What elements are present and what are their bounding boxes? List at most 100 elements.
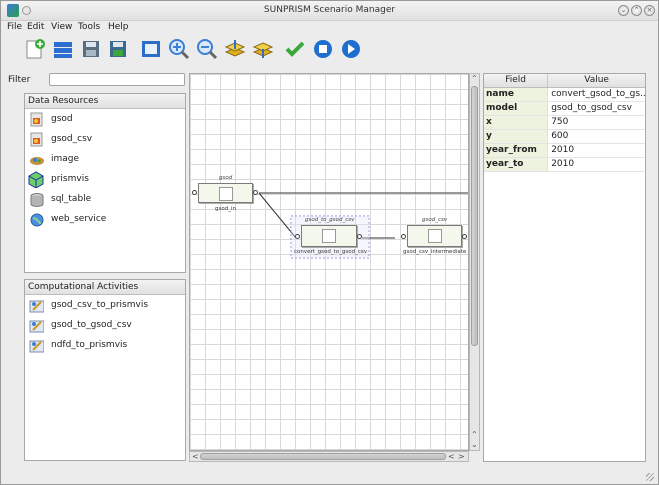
list-item[interactable]: gsod_to_gsod_csv (25, 315, 185, 335)
menu-help[interactable]: Help (108, 22, 129, 32)
table-row[interactable]: model gsod_to_gsod_csv (484, 102, 645, 116)
layers-up-icon (224, 40, 246, 57)
save-as-button[interactable] (106, 37, 130, 61)
properties-header: Field Value (484, 74, 645, 88)
node-title: gsod (219, 175, 233, 181)
save-icon (83, 41, 99, 57)
value-column-header[interactable]: Value (548, 74, 645, 87)
list-item[interactable]: web_service (25, 209, 185, 229)
activity-icon (322, 229, 336, 243)
cube-icon (28, 171, 44, 188)
list-item[interactable]: gsod_csv_to_prismvis (25, 295, 185, 315)
scroll-right-icon[interactable]: > (458, 452, 465, 461)
layers-up-button[interactable] (223, 37, 247, 61)
toolbar (1, 35, 658, 65)
close-icon[interactable]: × (644, 5, 655, 16)
list-item[interactable]: gsod (25, 109, 185, 129)
menu-edit[interactable]: Edit (27, 22, 44, 32)
list-item[interactable]: gsod_csv (25, 129, 185, 149)
layers-down-icon (252, 42, 274, 58)
table-row[interactable]: year_to 2010 (484, 158, 645, 172)
vertical-scroll-thumb[interactable] (471, 86, 478, 346)
zoom-out-button[interactable] (195, 37, 219, 61)
maximize-icon[interactable]: ⌃ (631, 5, 642, 16)
save-button[interactable] (79, 37, 103, 61)
menu-view[interactable]: View (51, 22, 72, 32)
activity-icon (29, 320, 44, 333)
zoom-out-icon (197, 39, 218, 60)
list-item[interactable]: prismvis (25, 169, 185, 189)
vertical-scrollbar[interactable]: ⌃ ⌃ ⌄ (469, 73, 480, 451)
field-cell: x (484, 116, 549, 129)
table-row[interactable]: name convert_gsod_to_gs... (484, 88, 645, 102)
field-column-header[interactable]: Field (484, 74, 549, 87)
horizontal-scroll-thumb[interactable] (200, 453, 446, 460)
value-cell[interactable]: 2010 (548, 144, 645, 157)
connections-layer (258, 192, 468, 259)
list-item[interactable]: ndfd_to_prismvis (25, 335, 185, 355)
value-cell[interactable]: 600 (548, 130, 645, 143)
list-item-label: gsod (51, 114, 73, 124)
table-row[interactable]: year_from 2010 (484, 144, 645, 158)
properties-table: Field Value name convert_gsod_to_gs... m… (483, 73, 646, 462)
node-label: gsod_csv_intermediate (403, 249, 467, 255)
list-item-label: ndfd_to_prismvis (51, 340, 128, 350)
node-gsod-csv[interactable] (407, 225, 462, 247)
stop-button[interactable] (311, 37, 335, 61)
menu-bar: File Edit View Tools Help (1, 21, 658, 35)
fit-view-button[interactable] (139, 37, 163, 61)
zoom-in-button[interactable] (167, 37, 191, 61)
field-cell: model (484, 102, 549, 115)
scroll-down-icon[interactable]: ⌄ (471, 440, 478, 449)
value-cell[interactable]: 750 (548, 116, 645, 129)
minimize-icon[interactable]: ⌄ (618, 5, 629, 16)
validate-button[interactable] (283, 37, 307, 61)
image-icon (30, 157, 44, 165)
new-button[interactable] (23, 37, 47, 61)
table-row[interactable]: x 750 (484, 116, 645, 130)
scroll-left-icon[interactable]: < (448, 452, 455, 461)
filter-input[interactable] (49, 73, 185, 86)
menu-tools[interactable]: Tools (78, 22, 100, 32)
list-item[interactable]: image (25, 149, 185, 169)
list-item[interactable]: sql_table (25, 189, 185, 209)
workflow-canvas[interactable]: gsod gsod_in gsod_to_gsod_csv convert_gs… (189, 73, 469, 451)
open-button[interactable] (51, 37, 75, 61)
value-cell[interactable]: gsod_to_gsod_csv (548, 102, 645, 115)
fit-view-icon (142, 41, 160, 57)
list-item-label: gsod_to_gsod_csv (51, 320, 132, 330)
zoom-in-icon (169, 39, 190, 60)
output-port[interactable] (253, 190, 258, 195)
stop-icon (314, 40, 332, 58)
scroll-left-icon[interactable]: < (192, 452, 199, 461)
node-gsod-in[interactable] (198, 183, 253, 203)
output-port[interactable] (357, 234, 362, 239)
node-label: gsod_in (215, 206, 236, 212)
input-port[interactable] (295, 234, 300, 239)
table-row[interactable]: y 600 (484, 130, 645, 144)
field-cell: name (484, 88, 549, 101)
scroll-up-icon[interactable]: ⌃ (471, 430, 478, 439)
horizontal-scrollbar[interactable]: < < > (189, 451, 469, 462)
node-convert[interactable] (301, 225, 357, 247)
list-item-label: prismvis (51, 174, 89, 184)
run-icon (342, 40, 360, 58)
dataset-icon (30, 132, 43, 147)
menu-file[interactable]: File (7, 22, 22, 32)
run-button[interactable] (339, 37, 363, 61)
value-cell[interactable]: 2010 (548, 158, 645, 171)
layers-down-button[interactable] (251, 37, 275, 61)
filter-label: Filter (8, 75, 31, 85)
node-title: gsod_to_gsod_csv (305, 217, 355, 223)
validate-icon (285, 41, 305, 57)
database-icon (30, 193, 44, 207)
scroll-up-icon[interactable]: ⌃ (471, 74, 478, 83)
output-port[interactable] (462, 234, 467, 239)
input-port[interactable] (401, 234, 406, 239)
activity-icon (29, 300, 44, 313)
value-cell[interactable]: convert_gsod_to_gs... (548, 88, 645, 101)
resize-grip-icon[interactable] (646, 473, 654, 481)
node-title: gsod_csv (422, 217, 448, 223)
activity-icon (29, 340, 44, 353)
input-port[interactable] (192, 190, 197, 195)
